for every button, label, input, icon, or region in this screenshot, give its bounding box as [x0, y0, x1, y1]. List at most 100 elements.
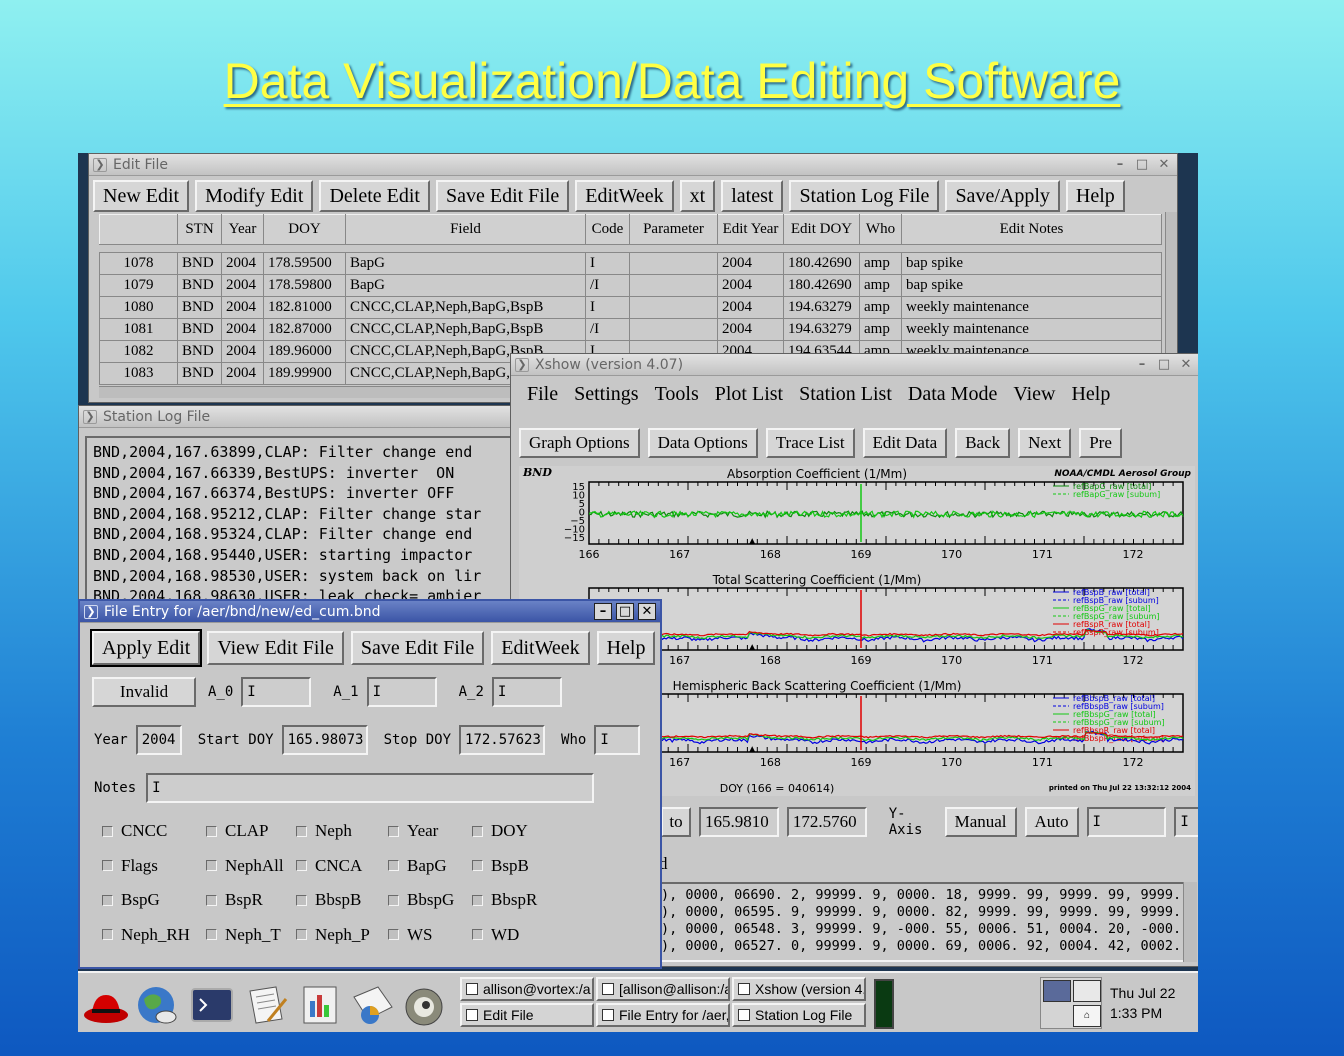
column-header[interactable]: Code	[585, 214, 630, 245]
checkbox-clap[interactable]: CLAP	[206, 821, 268, 841]
menu-station-list[interactable]: Station List	[791, 380, 900, 409]
edit-file-titlebar[interactable]: ❯ Edit File – □ ✕	[89, 154, 1177, 176]
window-menu-icon[interactable]: ❯	[515, 357, 529, 372]
window-menu-icon[interactable]: ❯	[84, 604, 98, 619]
checkbox-box[interactable]	[388, 929, 399, 940]
checkbox-box[interactable]	[102, 860, 113, 871]
checkbox-box[interactable]	[296, 894, 307, 906]
column-header[interactable]: DOY	[263, 214, 346, 245]
invalid-button[interactable]: Invalid	[92, 677, 196, 707]
menu-data-mode[interactable]: Data Mode	[900, 380, 1005, 409]
minimize-icon[interactable]: –	[1111, 156, 1129, 173]
save-edit-file-button[interactable]: Save Edit File	[350, 631, 485, 665]
checkbox-neph-rh[interactable]: Neph_RH	[102, 925, 190, 945]
station-log-titlebar[interactable]: ❯ Station Log File	[79, 406, 517, 428]
checkbox-bapg[interactable]: BapG	[388, 856, 447, 876]
a1-field[interactable]: I	[366, 677, 437, 707]
yaxis-manual-button[interactable]: Manual	[944, 807, 1017, 837]
latest-button[interactable]: latest	[721, 180, 784, 212]
checkbox-box[interactable]	[206, 825, 217, 837]
table-row[interactable]: 1079 BND 2004 178.59800 BapG/I 2004 180.42690 a…	[99, 274, 1162, 297]
menu-tools[interactable]: Tools	[647, 380, 707, 409]
checkbox-year[interactable]: Year	[388, 821, 438, 841]
close-icon[interactable]: ✕	[638, 603, 656, 620]
column-header[interactable]: Who	[859, 214, 902, 245]
maximize-icon[interactable]: □	[616, 603, 634, 620]
save-edit-file-button[interactable]: Save Edit File	[435, 180, 570, 212]
checkbox-box[interactable]	[472, 929, 483, 940]
checkbox-ws[interactable]: WS	[388, 925, 433, 945]
range-start-field[interactable]: 165.9810	[699, 807, 779, 837]
terminal-icon[interactable]	[188, 981, 236, 1029]
checkbox-neph[interactable]: Neph	[296, 821, 352, 841]
checkbox-cnca[interactable]: CNCA	[296, 856, 362, 876]
checkbox-box[interactable]	[102, 825, 113, 837]
spreadsheet-icon[interactable]	[348, 981, 396, 1029]
new-edit-button[interactable]: New Edit	[93, 180, 190, 212]
checkbox-box[interactable]	[206, 894, 217, 906]
yaxis-max-field[interactable]: I	[1174, 807, 1198, 837]
window-menu-icon[interactable]: ❯	[93, 157, 107, 172]
edit-data-button[interactable]: Edit Data	[862, 428, 948, 458]
xshow-titlebar[interactable]: ❯ Xshow (version 4.07) – □ ✕	[511, 354, 1198, 376]
a0-field[interactable]: I	[241, 677, 312, 707]
checkbox-box[interactable]	[388, 860, 399, 871]
task-station-log-file[interactable]: Station Log File	[732, 1003, 866, 1027]
checkbox-box[interactable]	[296, 825, 307, 837]
trace-list-button[interactable]: Trace List	[765, 428, 855, 458]
next-button[interactable]: Next	[1018, 428, 1072, 458]
save-apply-button[interactable]: Save/Apply	[945, 180, 1060, 212]
back-button[interactable]: Back	[955, 428, 1011, 458]
minimize-icon[interactable]: –	[594, 603, 612, 620]
checkbox-bspb[interactable]: BspB	[472, 856, 529, 876]
workspace-2-icon[interactable]	[1073, 980, 1101, 1002]
checkbox-box[interactable]	[388, 825, 399, 837]
notes-field[interactable]: I	[146, 773, 595, 803]
pre-button[interactable]: Pre	[1079, 428, 1122, 458]
checkbox-box[interactable]	[472, 894, 483, 906]
menu-view[interactable]: View	[1005, 380, 1063, 409]
checkbox-wd[interactable]: WD	[472, 925, 519, 945]
gimp-icon[interactable]	[400, 981, 448, 1029]
year-field[interactable]: 2004	[135, 725, 182, 755]
editweek-button[interactable]: EditWeek	[491, 631, 590, 665]
table-row[interactable]: 1078 BND 2004 178.59500 BapG I 2004 180.42690 am…	[99, 252, 1162, 275]
apply-edit-button[interactable]: Apply Edit	[89, 629, 203, 667]
edit-table-hscrollbar[interactable]	[99, 386, 519, 398]
file-entry-titlebar[interactable]: ❯ File Entry for /aer/bnd/new/ed_cum.bnd…	[80, 601, 660, 623]
maximize-icon[interactable]: □	[1155, 356, 1173, 373]
workspace-1-icon[interactable]	[1043, 980, 1071, 1002]
workspace-switcher[interactable]: ⌂	[1040, 977, 1102, 1029]
window-menu-icon[interactable]: ❯	[83, 409, 97, 424]
checkbox-box[interactable]	[206, 929, 217, 940]
modify-edit-button[interactable]: Modify Edit	[195, 180, 314, 212]
minimize-icon[interactable]: –	[1133, 356, 1151, 373]
station-log-text[interactable]: BND,2004,167.63899,CLAP: Filter change e…	[85, 436, 515, 601]
task-file-entry-for-aer[interactable]: File Entry for /aer,	[596, 1003, 730, 1027]
column-header[interactable]	[99, 214, 178, 245]
checkbox-box[interactable]	[206, 860, 217, 871]
help-button[interactable]: Help	[596, 631, 656, 665]
checkbox-bspr[interactable]: BspR	[206, 890, 263, 910]
who-field[interactable]: I	[594, 725, 641, 755]
xt-button[interactable]: xt	[679, 180, 716, 212]
delete-edit-button[interactable]: Delete Edit	[319, 180, 430, 212]
task-edit-file[interactable]: Edit File	[460, 1003, 594, 1027]
close-icon[interactable]: ✕	[1155, 156, 1173, 173]
column-header[interactable]: STN	[177, 214, 222, 245]
menu-plot-list[interactable]: Plot List	[707, 380, 791, 409]
checkbox-box[interactable]	[472, 860, 483, 871]
editweek-button[interactable]: EditWeek	[575, 180, 674, 212]
range-to-button[interactable]: to	[661, 807, 691, 837]
writer-icon[interactable]	[242, 981, 290, 1029]
table-row[interactable]: 1081 BND 2004 182.87000 CNCC,CLAP,Neph,BapG,…	[99, 318, 1162, 341]
a2-field[interactable]: I	[491, 677, 562, 707]
checkbox-box[interactable]	[296, 929, 307, 940]
checkbox-bbspb[interactable]: BbspB	[296, 890, 361, 910]
column-header[interactable]: Edit Notes	[901, 214, 1162, 245]
checkbox-bspg[interactable]: BspG	[102, 890, 160, 910]
redhat-menu-icon[interactable]	[82, 981, 130, 1029]
column-header[interactable]: Field	[345, 214, 586, 245]
checkbox-nephall[interactable]: NephAll	[206, 856, 284, 876]
view-edit-file-button[interactable]: View Edit File	[207, 631, 344, 665]
